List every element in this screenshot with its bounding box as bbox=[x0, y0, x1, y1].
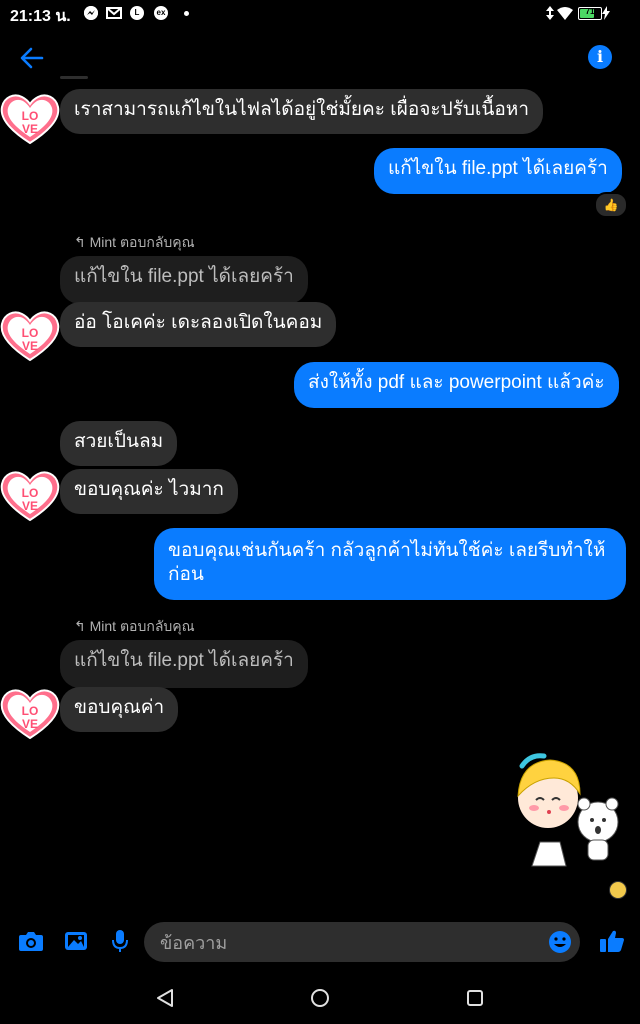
love-heart-avatar: LO VE bbox=[0, 93, 60, 145]
info-icon[interactable]: i bbox=[588, 45, 612, 69]
battery-icon: 71 bbox=[578, 7, 602, 20]
status-time: 21:13 น. bbox=[10, 8, 71, 25]
svg-text:VE: VE bbox=[22, 339, 38, 353]
status-bar: 21:13 น. L ex 71 bbox=[0, 0, 640, 26]
reply-label-text: Mint ตอบกลับคุณ bbox=[89, 618, 195, 634]
message-input-wrapper bbox=[144, 922, 580, 964]
reply-label: ↰ Mint ตอบกลับคุณ bbox=[74, 232, 195, 254]
recents-nav-icon[interactable] bbox=[465, 988, 485, 1012]
svg-text:LO: LO bbox=[22, 326, 39, 340]
svg-text:LO: LO bbox=[22, 704, 39, 718]
emoji-icon[interactable] bbox=[548, 930, 572, 958]
message-incoming[interactable]: อ่อ โอเคค่ะ เดะลองเปิดในคอม bbox=[60, 302, 337, 347]
message-incoming[interactable]: ขอบคุณค่ะ ไวมาก bbox=[60, 469, 238, 514]
message-incoming[interactable]: ขอบคุณค่า bbox=[60, 687, 179, 732]
message-outgoing[interactable]: ส่งให้ทั้ง pdf และ powerpoint แล้วค่ะ bbox=[294, 362, 619, 408]
gmail-icon bbox=[106, 6, 122, 24]
like-icon[interactable] bbox=[599, 929, 625, 957]
camera-icon[interactable] bbox=[18, 930, 44, 956]
svg-text:LO: LO bbox=[22, 486, 39, 500]
seen-avatar bbox=[609, 881, 627, 899]
previous-bubble-edge bbox=[60, 76, 88, 79]
signal-icon bbox=[545, 6, 555, 24]
reply-icon: ↰ bbox=[74, 234, 86, 250]
svg-text:LO: LO bbox=[22, 109, 39, 123]
back-nav-icon[interactable] bbox=[155, 988, 175, 1012]
messenger-icon bbox=[84, 6, 98, 20]
battery-level: 71 bbox=[585, 7, 595, 16]
love-heart-avatar: LO VE bbox=[0, 688, 60, 740]
mic-icon[interactable] bbox=[111, 929, 129, 957]
line-icon: L bbox=[130, 6, 144, 20]
message-input[interactable] bbox=[158, 922, 542, 964]
reply-label-text: Mint ตอบกลับคุณ bbox=[89, 234, 195, 250]
thumbs-up-reaction[interactable]: 👍 bbox=[594, 192, 628, 218]
reply-icon: ↰ bbox=[74, 618, 86, 634]
message-outgoing-multiline[interactable]: ขอบคุณเช่นกันคร้า กลัวลูกค้าไม่ทันใช้ค่ะ… bbox=[154, 528, 626, 600]
ex-icon: ex bbox=[154, 6, 168, 20]
message-line: ขอบคุณเช่นกันคร้า กลัวลูกค้าไม่ทันใช้ค่ะ… bbox=[168, 540, 606, 561]
love-heart-avatar: LO VE bbox=[0, 470, 60, 522]
quoted-message[interactable]: แก้ไขใน file.ppt ได้เลยคร้า bbox=[60, 256, 308, 304]
svg-text:VE: VE bbox=[22, 122, 38, 136]
home-nav-icon[interactable] bbox=[310, 988, 330, 1012]
svg-text:VE: VE bbox=[22, 717, 38, 731]
quoted-message[interactable]: แก้ไขใน file.ppt ได้เลยคร้า bbox=[60, 640, 308, 688]
girl-and-bear-sticker[interactable] bbox=[510, 748, 630, 872]
wifi-icon bbox=[557, 6, 573, 24]
message-incoming[interactable]: เราสามารถแก้ไขในไฟลได้อยู่ใช่มั้ยคะ เผื่… bbox=[60, 89, 543, 134]
message-incoming[interactable]: สวยเป็นลม bbox=[60, 421, 178, 466]
message-line: ก่อน bbox=[168, 564, 204, 585]
love-heart-avatar: LO VE bbox=[0, 310, 60, 362]
dot-icon bbox=[184, 11, 189, 16]
back-arrow-icon[interactable] bbox=[18, 44, 46, 72]
image-icon[interactable] bbox=[64, 931, 88, 955]
message-outgoing[interactable]: แก้ไขใน file.ppt ได้เลยคร้า bbox=[374, 148, 622, 194]
reply-label: ↰ Mint ตอบกลับคุณ bbox=[74, 616, 195, 638]
svg-text:VE: VE bbox=[22, 499, 38, 513]
charging-icon bbox=[602, 6, 610, 24]
